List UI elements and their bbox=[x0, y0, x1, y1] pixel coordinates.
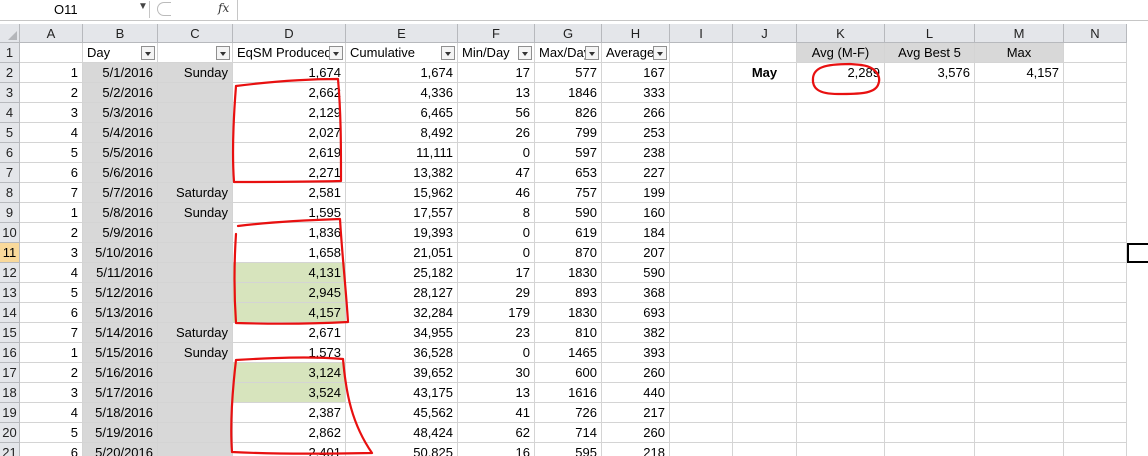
red-circle-avg-mf bbox=[811, 62, 881, 96]
chevron-down-icon[interactable]: ▼ bbox=[138, 1, 148, 12]
name-box[interactable]: O11 ▼ bbox=[0, 1, 150, 18]
formula-bar-grip-icon[interactable] bbox=[157, 2, 171, 16]
red-bracket-week-1 bbox=[231, 77, 343, 184]
insert-function-icon[interactable]: fx bbox=[218, 1, 229, 15]
formula-input[interactable] bbox=[238, 0, 1148, 20]
formula-bar: O11 ▼ fx bbox=[0, 0, 1148, 21]
red-bracket-week-2 bbox=[233, 217, 350, 325]
red-bracket-week-3 bbox=[230, 356, 374, 455]
name-box-value: O11 bbox=[54, 2, 78, 17]
hand-drawn-annotations bbox=[230, 62, 881, 455]
worksheet-grid: ABCDEFGHIJKLMN 1 2 3 4 5 6 7 8 9 10 11 12 13 14 15 16 17… bbox=[0, 24, 1148, 456]
